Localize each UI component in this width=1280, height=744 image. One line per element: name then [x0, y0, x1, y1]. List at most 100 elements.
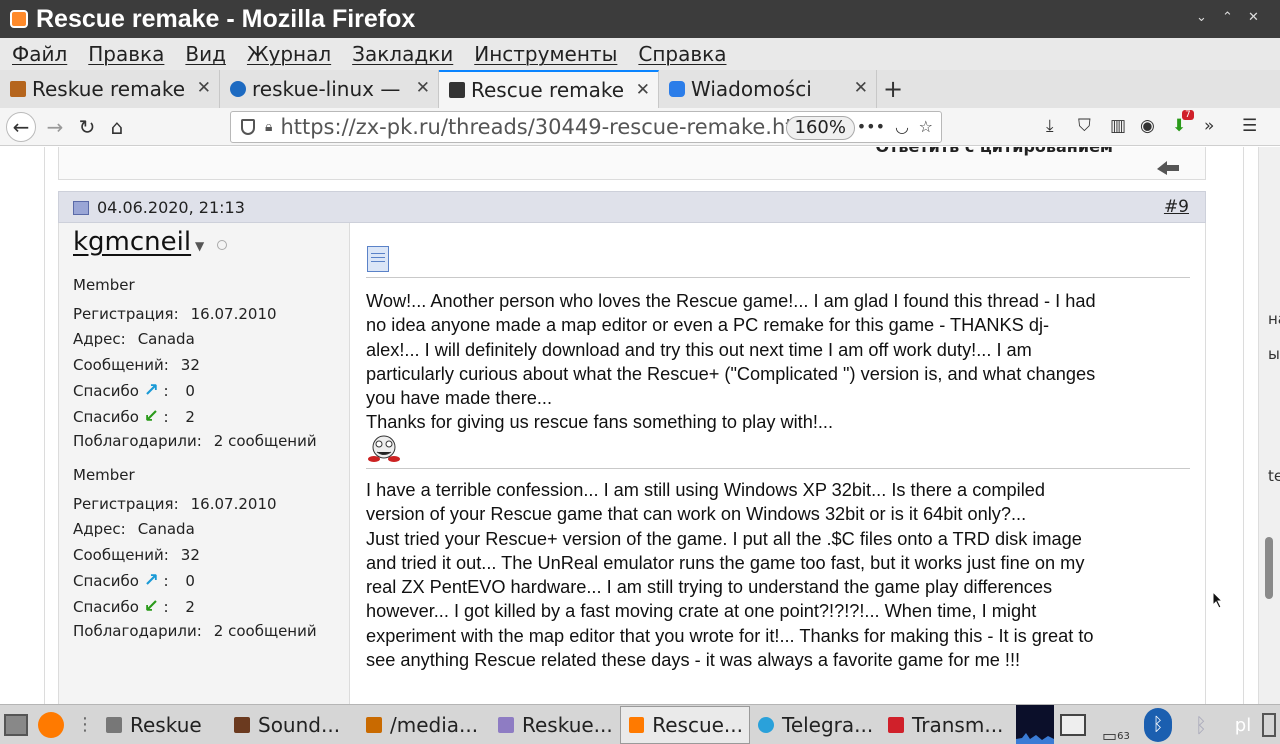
menu-history[interactable]: Журнал [247, 42, 331, 66]
account-icon[interactable]: ◉ [1140, 116, 1155, 136]
registration-row: Регистрация: 16.07.2010 [73, 302, 317, 328]
tab-rescue-remake[interactable]: Rescue remake ✕ [439, 70, 659, 108]
bookmark-star-icon[interactable]: ☆ [919, 117, 933, 136]
menu-bookmarks[interactable]: Закладки [352, 42, 453, 66]
reader-sidebar-icon[interactable]: ▥ [1110, 116, 1126, 136]
scrollbar-thumb[interactable] [1265, 537, 1273, 599]
home-icon: ⌂ [110, 115, 124, 139]
stat-label: Сообщений: [73, 355, 169, 374]
text-line: I have a terrible confession... I am sti… [366, 480, 1045, 500]
extension-badge: 7 [1182, 110, 1194, 120]
tab-close-icon[interactable]: ✕ [197, 78, 211, 98]
show-desktop-corner[interactable] [1262, 705, 1280, 744]
cpu-monitor-graph[interactable] [1016, 705, 1054, 744]
tab-reskue-remake[interactable]: Reskue remake ✕ [0, 70, 220, 108]
new-tab-button[interactable]: + [877, 70, 909, 108]
firefox-launcher[interactable] [32, 706, 72, 744]
reload-button[interactable]: ↻ [72, 112, 102, 142]
bluetooth-tray[interactable]: ᛒ [1142, 705, 1174, 744]
chevron-down-icon[interactable]: ▼ [195, 239, 204, 253]
vertical-scrollbar[interactable] [1258, 147, 1280, 705]
dizzy-smiley-icon [368, 435, 400, 462]
text-line: Just tried your Rescue+ version of the g… [366, 528, 1082, 549]
battery-tray[interactable]: ▭ 63 [1098, 705, 1138, 744]
maximize-button[interactable]: ⌃ [1222, 10, 1233, 25]
text-line: experiment with the map editor that you … [366, 625, 1094, 646]
tracking-protection-icon[interactable] [241, 119, 255, 135]
stat-value: 32 [180, 355, 200, 374]
close-window-button[interactable]: ✕ [1248, 10, 1259, 25]
window-titlebar: Rescue remake - Mozilla Firefox ⌄ ⌃ ✕ [0, 0, 1280, 38]
page-actions-icon[interactable]: ••• [857, 117, 885, 136]
network-tray-icon[interactable] [1060, 705, 1090, 744]
taskbar-item-reskue[interactable]: Reskue [98, 706, 226, 744]
downloads-icon[interactable]: ⤓ [1046, 116, 1054, 136]
url-bar[interactable]: 🔒︎ https://zx-pk.ru/threads/30449-rescue… [230, 111, 942, 143]
navigation-toolbar: ← → ↻ ⌂ 🔒︎ https://zx-pk.ru/threads/3044… [0, 108, 1280, 146]
url-text[interactable]: https://zx-pk.ru/threads/30449-rescue-re… [280, 115, 840, 139]
hamburger-menu-icon[interactable]: ☰ [1242, 116, 1257, 136]
lock-icon[interactable]: 🔒︎ [265, 119, 272, 135]
post-author-link[interactable]: kgmcneil [73, 227, 191, 257]
taskbar-item-media[interactable]: /media... [358, 706, 490, 744]
post-divider [366, 468, 1190, 469]
menu-edit[interactable]: Правка [88, 42, 164, 66]
text-line: and tried it out... The UnReal emulator … [366, 552, 1085, 573]
stat-label: Сообщений: [73, 545, 169, 564]
taskbar-item-label: Reskue... [522, 712, 613, 737]
taskbar: ⋮ Reskue Sound... /media... Reskue... Re… [0, 704, 1280, 744]
overflow-menu-icon[interactable]: » [1204, 116, 1214, 136]
reply-with-quote-link[interactable]: Ответить с цитированием [876, 147, 1113, 156]
thanked-posts-row: Поблагодарили: 2 сообщений [73, 619, 317, 645]
bluetooth-secondary-tray[interactable]: ᛒ [1186, 705, 1216, 744]
tab-label: reskue-linux — [252, 77, 401, 101]
previous-post-footer: Ответить с цитированием [58, 147, 1206, 180]
taskbar-item-transmission[interactable]: Transm... [880, 706, 1010, 744]
stat-value: 32 [180, 545, 200, 564]
ublock-icon[interactable]: ⛉ [1078, 116, 1091, 136]
tab-close-icon[interactable]: ✕ [854, 78, 868, 98]
minimize-button[interactable]: ⌄ [1196, 10, 1207, 25]
stat-label: Спасибо [73, 597, 139, 616]
forum-favicon-icon [10, 81, 26, 97]
taskbar-item-sound[interactable]: Sound... [226, 706, 358, 744]
bluetooth-icon: ᛒ [1195, 713, 1207, 737]
tab-wiadomosci[interactable]: Wiadomości ✕ [659, 70, 877, 108]
text-line: real ZX PentEVO hardware... I am still t… [366, 577, 1053, 598]
taskbar-item-rescue-firefox[interactable]: Rescue... [620, 705, 750, 744]
taskbar-item-telegram[interactable]: Telegra... [750, 706, 880, 744]
background-window-text: te [1268, 467, 1280, 485]
text-editor-icon [498, 716, 514, 733]
menu-view[interactable]: Вид [185, 42, 226, 66]
keyboard-layout-label: pl [1234, 714, 1252, 736]
keyboard-layout-indicator[interactable]: pl [1228, 705, 1258, 744]
home-button[interactable]: ⌂ [102, 112, 132, 142]
taskbar-item-reskue-editor[interactable]: Reskue... [490, 706, 620, 744]
post-status-icon [73, 201, 89, 215]
reply-icon[interactable] [1153, 155, 1183, 175]
tab-close-icon[interactable]: ✕ [636, 80, 650, 100]
menu-help[interactable]: Справка [638, 42, 726, 66]
page-viewport: Ответить с цитированием 04.06.2020, 21:1… [0, 147, 1280, 705]
mouse-cursor-icon [1212, 591, 1224, 609]
menu-file[interactable]: Файл [12, 42, 67, 66]
tab-label: Wiadomości [691, 77, 812, 101]
user-role: Member [73, 276, 135, 294]
desktop-icon [4, 713, 28, 736]
show-desktop-button[interactable] [0, 706, 32, 744]
text-line: you have made there... [366, 388, 553, 409]
zoom-level-button[interactable]: 160% [785, 116, 855, 140]
menu-tools[interactable]: Инструменты [474, 42, 617, 66]
forward-button[interactable]: → [40, 112, 70, 142]
text-line: no idea anyone made a map editor or even… [366, 315, 1050, 336]
cpu-graph-icon [1016, 733, 1054, 744]
post-paragraph-1: Wow!... Another person who loves the Res… [366, 289, 1192, 435]
back-button[interactable]: ← [6, 112, 36, 142]
pocket-icon[interactable]: ◡ [895, 117, 909, 136]
tab-reskue-linux[interactable]: reskue-linux — ✕ [220, 70, 439, 108]
stat-value: 2 [185, 407, 195, 426]
post-permalink[interactable]: #9 [1164, 197, 1189, 217]
thanked-posts-row: Поблагодарили: 2 сообщений [73, 429, 317, 455]
text-line: Wow!... Another person who loves the Res… [366, 291, 1096, 311]
tab-close-icon[interactable]: ✕ [416, 78, 430, 98]
